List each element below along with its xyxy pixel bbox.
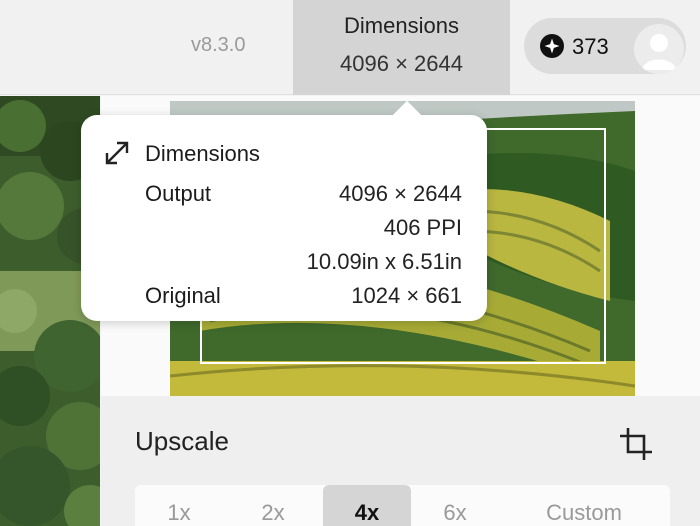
output-ppi: 406 PPI bbox=[383, 215, 462, 240]
credits-count: 373 bbox=[572, 34, 609, 59]
crop-icon[interactable] bbox=[616, 424, 656, 464]
user-avatar-icon[interactable] bbox=[634, 24, 684, 74]
original-size: 1024 × 661 bbox=[351, 283, 462, 308]
dimensions-tab-value: 4096 × 2644 bbox=[340, 51, 463, 76]
dimensions-tab-label: Dimensions bbox=[344, 13, 459, 38]
tooltip-title: Dimensions bbox=[145, 141, 260, 166]
upscale-title: Upscale bbox=[135, 426, 229, 456]
scale-option-6x[interactable]: 6x bbox=[411, 485, 499, 526]
scale-option-1x[interactable]: 1x bbox=[135, 485, 223, 526]
app-version: v8.3.0 bbox=[191, 34, 246, 56]
coin-star-icon bbox=[540, 34, 564, 58]
scale-option-2x[interactable]: 2x bbox=[223, 485, 323, 526]
output-inches: 10.09in x 6.51in bbox=[306, 249, 462, 274]
expand-diagonal-icon bbox=[105, 141, 129, 165]
scale-option-4x[interactable]: 4x bbox=[323, 485, 411, 526]
output-size: 4096 × 2644 bbox=[339, 181, 462, 206]
output-label: Output bbox=[145, 181, 212, 206]
top-bar: v8.3.0 Dimensions 4096 × 2644 373 bbox=[0, 0, 700, 95]
dimensions-tooltip: Dimensions Output 4096 × 2644 406 PPI 10… bbox=[81, 100, 487, 321]
original-label: Original bbox=[145, 283, 221, 308]
scale-options: 1x 2x 4x 6x Custom bbox=[135, 485, 670, 526]
dimensions-tab[interactable]: Dimensions 4096 × 2644 bbox=[293, 0, 510, 95]
upscale-section: Upscale 1x 2x 4x 6x Custom bbox=[101, 396, 700, 526]
scale-option-custom[interactable]: Custom bbox=[499, 485, 669, 526]
